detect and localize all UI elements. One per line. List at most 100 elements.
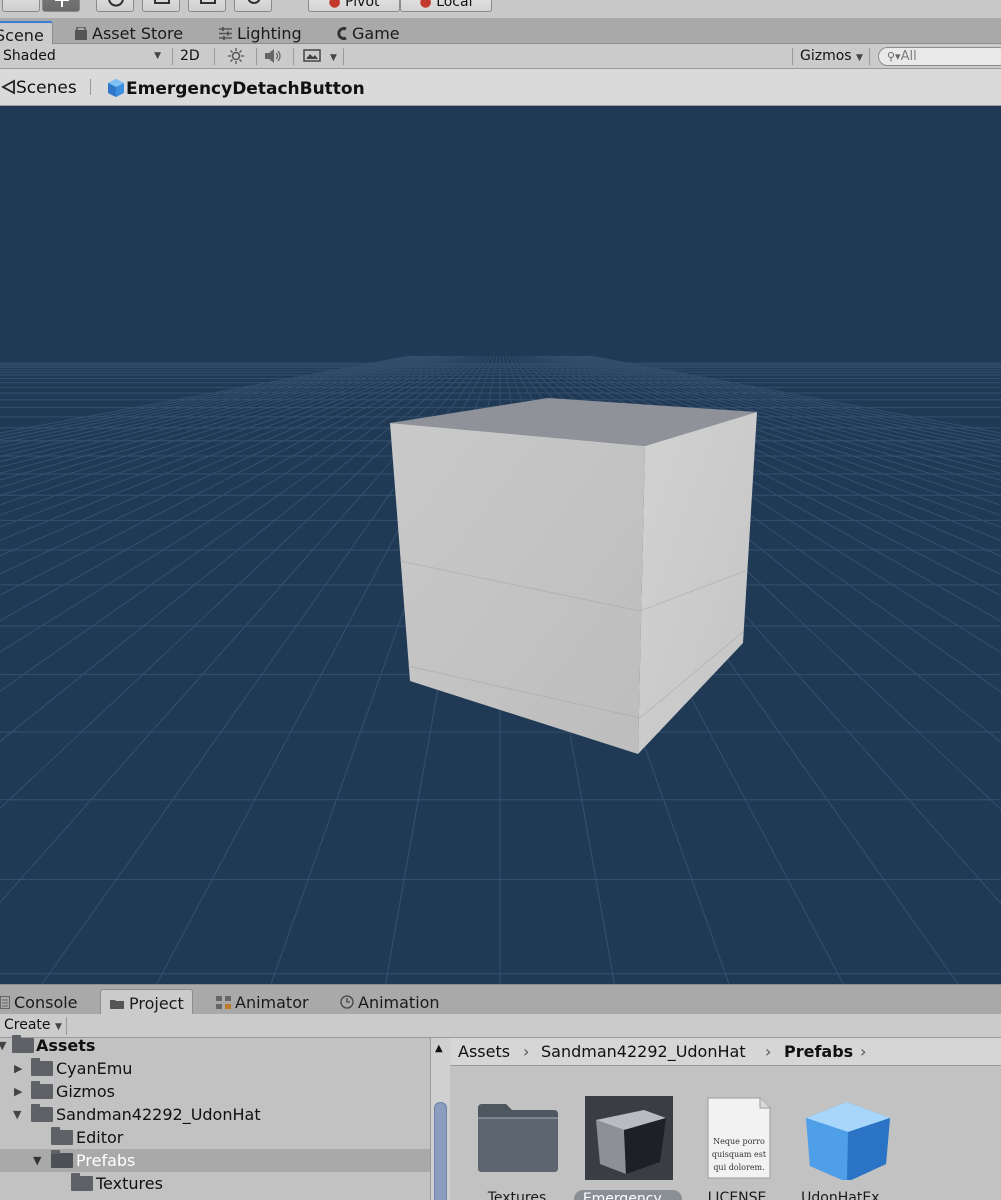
pivot-toggle-button[interactable]: ● Pivot xyxy=(308,0,400,12)
rotate-tool-button[interactable] xyxy=(96,0,134,12)
tab-asset-store-label: Asset Store xyxy=(92,24,184,43)
tab-animator[interactable]: Animator xyxy=(208,989,317,1015)
search-placeholder: All xyxy=(900,49,917,64)
tree-item-label: Gizmos xyxy=(56,1082,115,1101)
expand-arrow-icon[interactable]: ▼ xyxy=(33,1154,41,1167)
tab-scene-label: Scene xyxy=(0,26,44,45)
scroll-up-icon[interactable]: ▲ xyxy=(435,1043,443,1054)
tab-asset-store[interactable]: Asset Store xyxy=(66,21,191,44)
tab-scene[interactable]: Scene xyxy=(0,21,53,45)
pivot-label: Pivot xyxy=(345,0,380,10)
path-item-prefabs[interactable]: Prefabs xyxy=(784,1042,853,1061)
tree-item-textures[interactable]: Textures xyxy=(0,1172,430,1195)
tree-item-label: Assets xyxy=(36,1036,96,1055)
path-item-assets[interactable]: Assets xyxy=(458,1042,510,1061)
tab-animation-label: Animation xyxy=(358,993,440,1012)
scene-viewport[interactable] xyxy=(0,106,1001,984)
hand-tool-button[interactable] xyxy=(2,0,40,12)
tab-project[interactable]: Project xyxy=(100,989,193,1015)
svg-text:quisquam est: quisquam est xyxy=(712,1150,767,1159)
collapse-arrow-icon[interactable]: ▶ xyxy=(14,1062,22,1075)
breadcrumb-scenes-label: Scenes xyxy=(16,78,77,98)
folder-icon xyxy=(12,1035,34,1053)
tab-lighting[interactable]: Lighting xyxy=(210,21,310,44)
divider xyxy=(256,48,257,65)
breadcrumb-scenes[interactable]: Scenes xyxy=(0,78,77,98)
scene-tab-bar: Scene Asset Store Lighting Game xyxy=(0,18,1001,45)
tree-item-editor[interactable]: Editor xyxy=(0,1126,430,1149)
svg-text:qui dolorem.: qui dolorem. xyxy=(713,1163,764,1172)
console-icon xyxy=(0,994,10,1013)
scale-tool-button[interactable] xyxy=(142,0,180,12)
asset-breadcrumb: Assets › Sandman42292_UdonHat › Prefabs … xyxy=(450,1038,1001,1066)
path-item-udonhat[interactable]: Sandman42292_UdonHat xyxy=(541,1042,746,1061)
store-icon xyxy=(74,25,88,44)
asset-license-file[interactable]: Neque porro quisquam est qui dolorem. LI… xyxy=(682,1080,792,1200)
grid-line xyxy=(0,355,423,448)
prefab-thumbnail-icon xyxy=(585,1096,673,1182)
tree-item-label: CyanEmu xyxy=(56,1059,133,1078)
animator-icon xyxy=(216,994,231,1013)
tab-console[interactable]: Console xyxy=(0,989,86,1015)
search-icon: ⚲▾ xyxy=(887,50,901,63)
tree-item-prefabs[interactable]: ▼ Prefabs xyxy=(0,1149,430,1172)
chevron-down-icon: ▼ xyxy=(856,53,863,63)
create-label: Create xyxy=(4,1017,51,1033)
asset-grid: Textures Emergency... Neque porro quisqu… xyxy=(450,1066,1001,1200)
rect-tool-button[interactable] xyxy=(188,0,226,12)
asset-textures-folder[interactable]: Textures xyxy=(462,1080,572,1200)
tree-scrollbar[interactable]: ▲ xyxy=(430,1038,450,1200)
move-icon xyxy=(55,0,69,7)
local-toggle-button[interactable]: ● Local xyxy=(400,0,492,12)
asset-label: LICENSE xyxy=(707,1190,767,1200)
cube-object[interactable] xyxy=(390,398,757,754)
asset-udonhat-prefab[interactable]: UdonHatEx... xyxy=(792,1080,902,1200)
folder-icon xyxy=(71,1173,93,1191)
chevron-down-icon: ▼ xyxy=(154,51,161,61)
animation-clock-icon xyxy=(340,994,354,1013)
divider xyxy=(293,48,294,65)
shading-mode-dropdown[interactable]: Shaded ▼ xyxy=(3,47,165,66)
tab-game[interactable]: Game xyxy=(328,21,408,44)
tree-item-gizmos[interactable]: ▶ Gizmos xyxy=(0,1080,430,1103)
tab-animation[interactable]: Animation xyxy=(332,989,448,1015)
tab-console-label: Console xyxy=(14,993,78,1012)
folder-icon xyxy=(31,1081,53,1099)
cube-side-face xyxy=(638,412,757,754)
grid-line xyxy=(0,355,435,468)
collapse-arrow-icon[interactable]: ▶ xyxy=(14,1085,22,1098)
chevron-down-icon: ▼ xyxy=(330,53,337,63)
scene-canvas[interactable] xyxy=(0,106,1001,984)
folder-icon xyxy=(51,1150,73,1168)
2d-toggle-button[interactable]: 2D xyxy=(180,47,200,66)
tab-lighting-label: Lighting xyxy=(237,24,302,43)
gizmos-dropdown[interactable]: Gizmos ▼ xyxy=(800,47,863,66)
tree-item-cyanemu[interactable]: ▶ CyanEmu xyxy=(0,1057,430,1080)
divider xyxy=(66,1017,67,1035)
divider xyxy=(214,48,215,65)
scene-audio-toggle[interactable] xyxy=(263,47,283,66)
breadcrumb-prefab[interactable]: EmergencyDetachButton xyxy=(106,78,365,99)
tree-item-assets[interactable]: ▼ Assets xyxy=(0,1034,430,1057)
pivot-icon: ● xyxy=(328,0,341,10)
scene-effects-dropdown[interactable]: ▼ xyxy=(330,47,337,66)
transform-tool-button[interactable] xyxy=(234,0,272,12)
prefab-cube-icon xyxy=(108,79,124,97)
cube-front-face xyxy=(390,423,645,754)
create-dropdown[interactable]: Create ▼ xyxy=(4,1017,62,1033)
scene-effects-toggle[interactable] xyxy=(303,47,321,66)
move-tool-button[interactable] xyxy=(42,0,80,12)
asset-label: Textures xyxy=(487,1190,547,1200)
asset-emergency-prefab[interactable]: Emergency... xyxy=(574,1080,684,1200)
asset-label: UdonHatEx... xyxy=(801,1190,893,1200)
scene-lighting-toggle[interactable] xyxy=(228,47,244,66)
game-icon xyxy=(336,25,348,44)
tree-item-udonhat[interactable]: ▼ Sandman42292_UdonHat xyxy=(0,1103,430,1126)
bottom-tab-bar: Console Project Animator Animation xyxy=(0,984,1001,1015)
scrollbar-thumb[interactable] xyxy=(434,1102,447,1200)
divider xyxy=(869,48,870,65)
expand-arrow-icon[interactable]: ▼ xyxy=(0,1039,6,1052)
expand-arrow-icon[interactable]: ▼ xyxy=(13,1108,21,1121)
scene-search-input[interactable]: ⚲▾All xyxy=(878,47,1001,66)
grid-line xyxy=(0,355,417,441)
